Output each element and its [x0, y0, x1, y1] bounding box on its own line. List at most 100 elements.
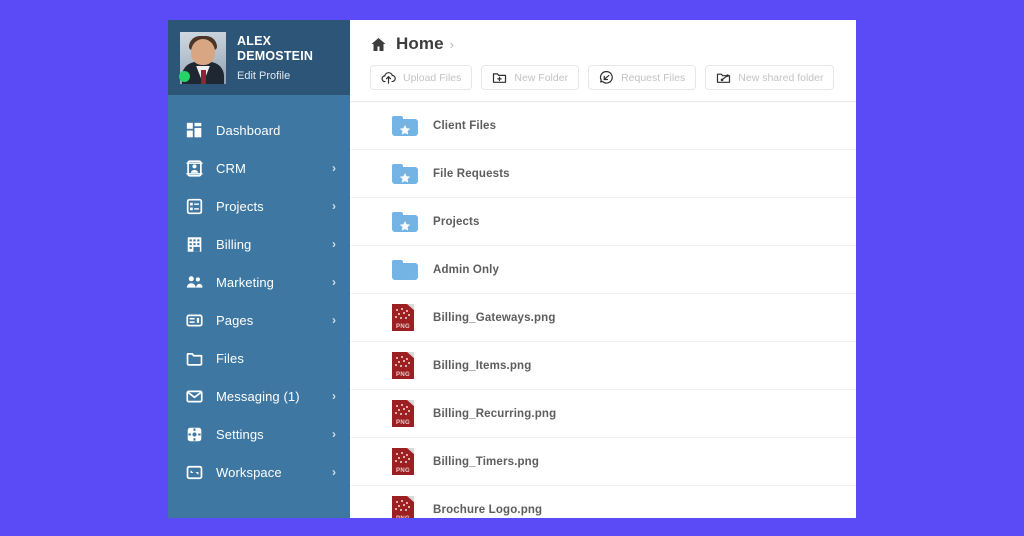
building-icon [186, 236, 203, 253]
toolbar-button-label: Upload Files [403, 71, 462, 84]
list-checklist-icon [186, 198, 203, 215]
new-shared-folder-button[interactable]: New shared folder [705, 65, 835, 90]
page-layout-icon [186, 312, 203, 329]
sidebar-item-label: Dashboard [216, 122, 281, 138]
contact-card-icon [186, 159, 203, 177]
sidebar-item-label: Pages [216, 312, 254, 328]
toolbar-button-label: New shared folder [738, 71, 824, 84]
sidebar-item-label: Projects [216, 198, 264, 214]
row-icon [392, 163, 418, 184]
sidebar-item-label: CRM [216, 160, 246, 176]
starred-folder-icon [392, 116, 418, 136]
sidebar-item-label: Workspace [216, 464, 282, 480]
star-icon [399, 171, 411, 189]
sidebar-item-crm[interactable]: CRM › [168, 149, 350, 187]
chevron-right-icon[interactable]: › [332, 465, 336, 479]
png-file-icon: PNG [392, 496, 414, 518]
page-title: Home [396, 34, 444, 53]
row-icon [392, 259, 418, 280]
file-name: Client Files [433, 120, 497, 132]
envelope-icon [186, 388, 203, 405]
sidebar-item-workspace[interactable]: Workspace › [168, 453, 350, 491]
chevron-right-icon[interactable]: › [332, 389, 336, 403]
file-row[interactable]: PNG Billing_Recurring.png [350, 390, 856, 438]
people-group-icon [186, 274, 203, 291]
file-row[interactable]: PNG Billing_Items.png [350, 342, 856, 390]
file-row[interactable]: Client Files [350, 102, 856, 150]
request-files-button[interactable]: Request Files [588, 65, 697, 90]
request-files-icon [599, 70, 614, 85]
gear-icon [186, 426, 203, 443]
sidebar-item-pages[interactable]: Pages › [168, 301, 350, 339]
sidebar-item-billing[interactable]: Billing › [168, 225, 350, 263]
png-file-icon: PNG [392, 448, 414, 475]
chevron-right-icon[interactable]: › [332, 237, 336, 251]
edit-profile-link[interactable]: Edit Profile [237, 70, 338, 82]
upload-files-button[interactable]: Upload Files [370, 65, 473, 90]
folder-icon [186, 350, 203, 367]
row-icon [392, 211, 418, 232]
sidebar-item-label: Marketing [216, 274, 274, 290]
sidebar-item-label: Messaging (1) [216, 388, 300, 404]
chevron-right-icon[interactable]: › [332, 161, 336, 175]
file-row[interactable]: Admin Only [350, 246, 856, 294]
toolbar-button-label: Request Files [621, 71, 686, 84]
folder-share-icon [716, 70, 731, 85]
profile-header[interactable]: ALEX DEMOSTEIN Edit Profile [168, 20, 350, 95]
row-icon [392, 116, 418, 136]
sidebar-item-settings[interactable]: Settings › [168, 415, 350, 453]
chevron-right-icon[interactable]: › [332, 427, 336, 441]
file-row[interactable]: File Requests [350, 150, 856, 198]
new-folder-button[interactable]: New Folder [481, 65, 580, 90]
star-icon [399, 219, 411, 237]
png-file-icon: PNG [392, 352, 414, 379]
star-icon [399, 123, 411, 141]
dashboard-grid-icon [186, 122, 203, 139]
sidebar-item-projects[interactable]: Projects › [168, 187, 350, 225]
png-file-icon: PNG [392, 400, 414, 427]
file-name: Projects [433, 215, 480, 228]
file-row[interactable]: Projects [350, 198, 856, 246]
folder-icon [392, 259, 418, 280]
main-content: Home › Upload Files New Folder Request Fil… [350, 20, 856, 518]
toolbar-button-label: New Folder [514, 71, 569, 84]
sidebar-item-label: Files [216, 350, 244, 366]
toolbar: Upload Files New Folder Request Files New s… [350, 54, 856, 101]
file-name: File Requests [433, 167, 510, 180]
breadcrumb-separator: › [449, 36, 454, 52]
row-icon: PNG [392, 304, 418, 331]
chevron-right-icon[interactable]: › [332, 313, 336, 327]
file-name: Brochure Logo.png [433, 503, 543, 516]
sidebar-item-messaging-1[interactable]: Messaging (1) › [168, 377, 350, 415]
row-icon: PNG [392, 448, 418, 475]
cloud-upload-icon [381, 70, 396, 85]
workspace-arrows-icon [186, 464, 203, 481]
profile-name: ALEX DEMOSTEIN [237, 33, 314, 63]
file-name: Billing_Recurring.png [433, 407, 557, 420]
sidebar-item-marketing[interactable]: Marketing › [168, 263, 350, 301]
row-icon: PNG [392, 400, 418, 427]
file-row[interactable]: PNG Billing_Gateways.png [350, 294, 856, 342]
chevron-right-icon[interactable]: › [332, 199, 336, 213]
chevron-right-icon[interactable]: › [332, 275, 336, 289]
sidebar-item-label: Settings [216, 426, 264, 442]
row-icon: PNG [392, 352, 418, 379]
sidebar-nav: Dashboard CRM › Projects › Billing › Marketing ›… [168, 95, 350, 491]
home-icon[interactable] [370, 36, 387, 53]
file-row[interactable]: PNG Brochure Logo.png [350, 486, 856, 518]
app-window: ALEX DEMOSTEIN Edit Profile Dashboard CRM… [168, 20, 856, 518]
sidebar-item-label: Billing [216, 236, 252, 252]
file-name: Billing_Items.png [433, 359, 532, 372]
breadcrumb: Home › [350, 20, 856, 54]
online-status-dot-icon [179, 70, 190, 82]
file-list: Client Files File Requests Projects Admin O… [350, 102, 856, 518]
avatar[interactable] [179, 31, 226, 84]
file-row[interactable]: PNG Billing_Timers.png [350, 438, 856, 486]
starred-folder-icon [392, 211, 418, 232]
file-name: Billing_Timers.png [433, 455, 540, 468]
png-file-icon: PNG [392, 304, 414, 331]
sidebar-item-dashboard[interactable]: Dashboard [168, 111, 350, 149]
starred-folder-icon [392, 163, 418, 184]
file-name: Billing_Gateways.png [433, 311, 556, 324]
sidebar-item-files[interactable]: Files [168, 339, 350, 377]
